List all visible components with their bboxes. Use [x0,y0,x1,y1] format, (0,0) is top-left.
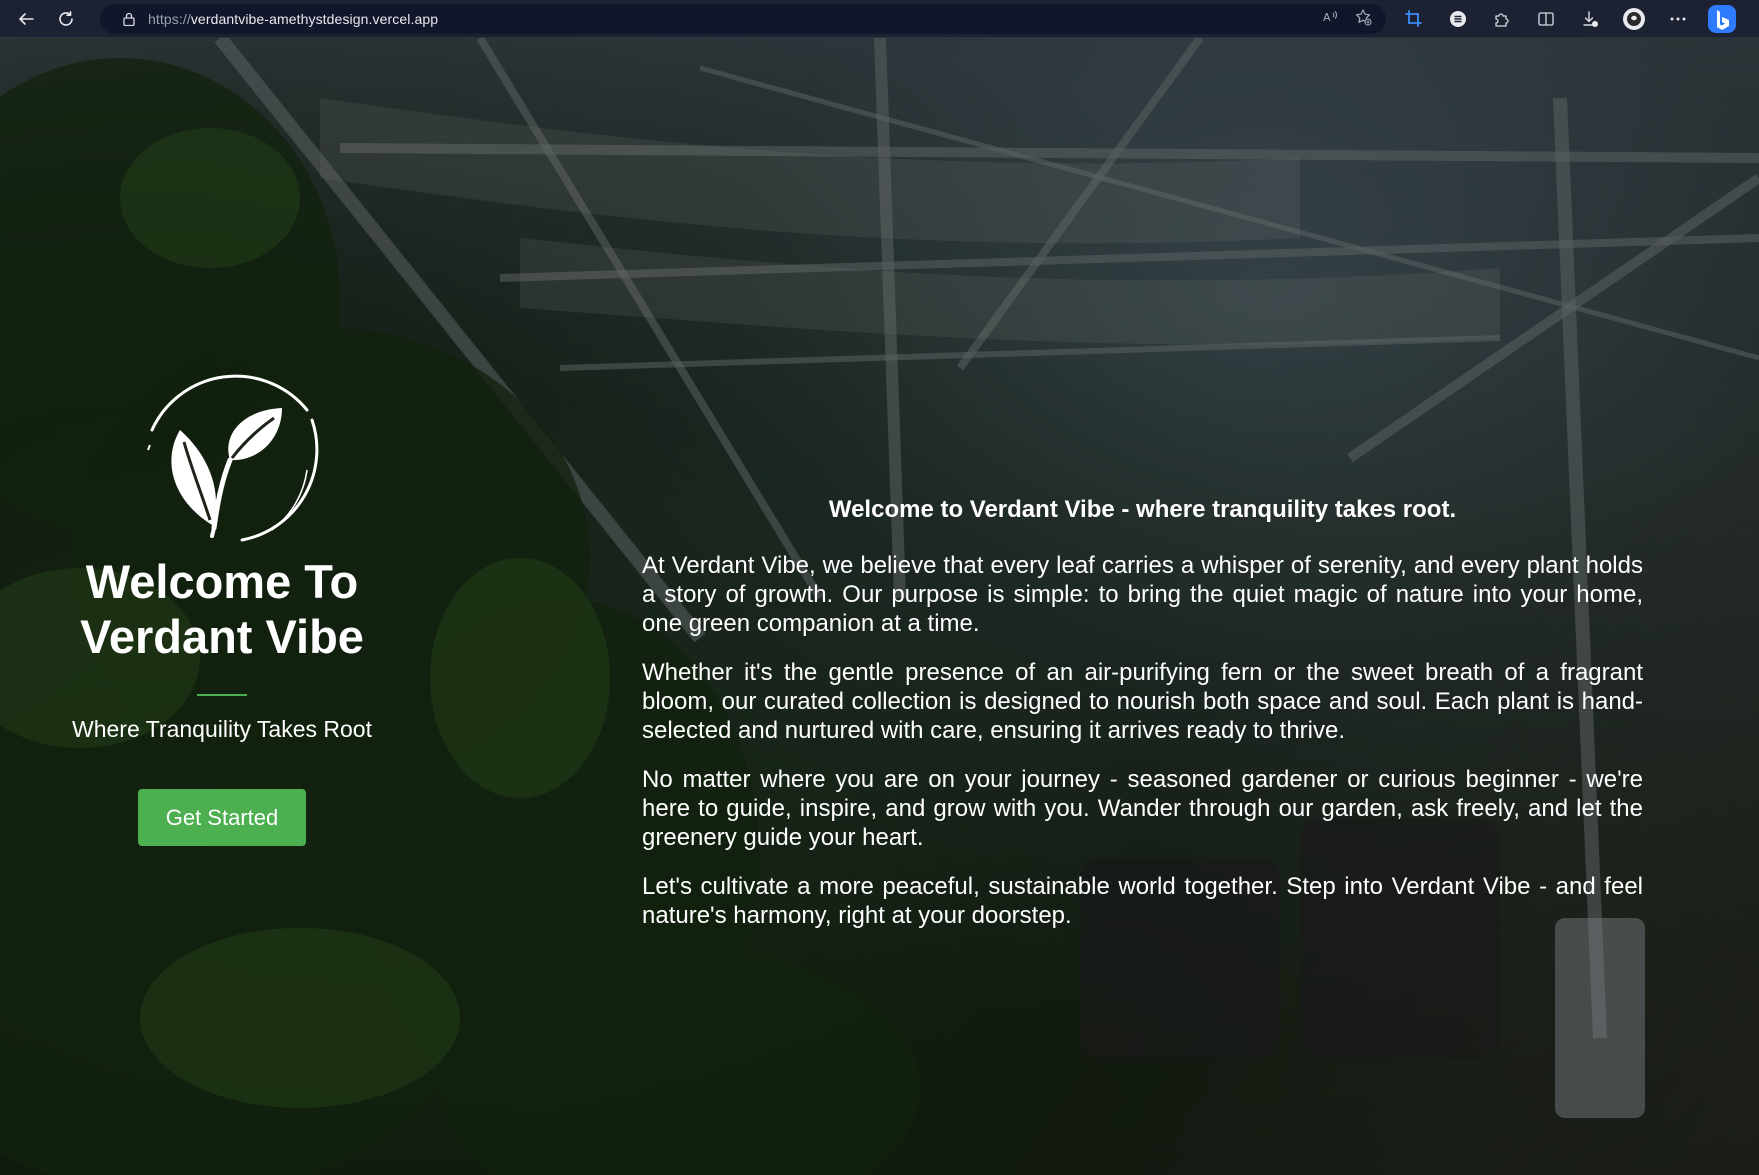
menu-circle-icon[interactable] [1436,0,1480,38]
browser-toolbar: https://verdantvibe-amethystdesign.verce… [0,0,1759,38]
about-intro: Welcome to Verdant Vibe - where tranquil… [828,496,1457,523]
read-aloud-icon[interactable]: A [1322,9,1340,30]
back-arrow-icon[interactable] [10,5,42,33]
hero-title-line1: Welcome To [85,555,359,608]
browser-extension-bar [1392,0,1744,38]
svg-text:A: A [1323,11,1331,24]
lock-icon[interactable] [122,12,136,26]
about-column: Welcome to Verdant Vibe - where tranquil… [642,496,1643,950]
split-screen-icon[interactable] [1524,0,1568,38]
about-paragraph: At Verdant Vibe, we believe that every l… [642,552,1643,637]
leaf-sprout-icon [147,374,319,542]
url-text[interactable]: https://verdantvibe-amethystdesign.verce… [148,11,438,27]
hero-brand-column: Welcome To Verdant Vibe Where Tranquilit… [42,350,402,846]
url-host: verdantvibe-amethystdesign.vercel.app [190,11,439,27]
title-divider [197,694,247,696]
screenshot-icon[interactable] [1392,0,1436,38]
about-paragraph: Whether it's the gentle presence of an a… [642,659,1643,744]
refresh-icon[interactable] [50,5,82,33]
about-paragraph: No matter where you are on your journey … [642,766,1643,851]
hero-title: Welcome To Verdant Vibe [42,554,402,664]
add-favorite-icon[interactable] [1354,8,1372,31]
about-paragraph: Let's cultivate a more peaceful, sustain… [642,873,1643,929]
get-started-button[interactable]: Get Started [138,789,306,846]
url-scheme: https:// [148,11,191,27]
downloads-icon[interactable] [1568,0,1612,38]
extensions-icon[interactable] [1480,0,1524,38]
address-bar[interactable]: https://verdantvibe-amethystdesign.verce… [100,4,1386,34]
hero-tagline: Where Tranquility Takes Root [72,716,372,742]
profile-icon[interactable] [1612,0,1656,38]
more-options-icon[interactable] [1656,0,1700,38]
hero-title-line2: Verdant Vibe [80,610,364,663]
bing-copilot-icon[interactable] [1700,0,1744,38]
hero-section: Welcome To Verdant Vibe Where Tranquilit… [0,38,1759,1175]
